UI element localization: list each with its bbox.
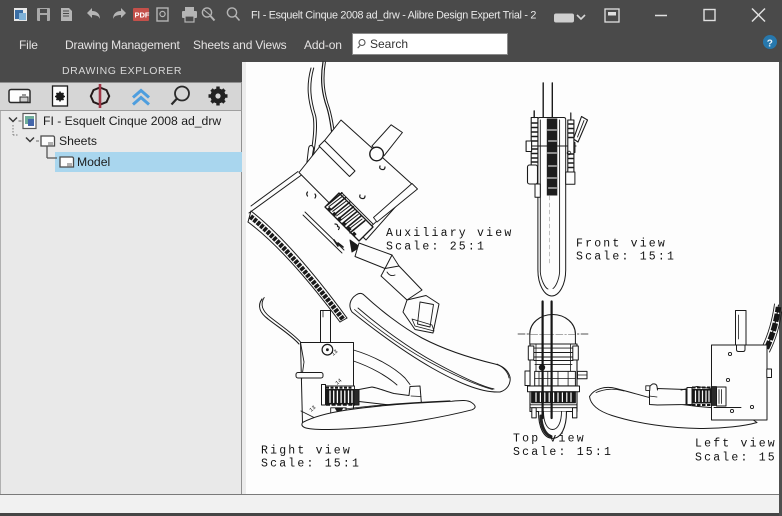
svg-text:Scale: 15:1: Scale: 15:1 <box>576 251 676 264</box>
svg-text:Scale: 15:1: Scale: 15:1 <box>513 446 613 459</box>
svg-text:PDF: PDF <box>135 11 150 20</box>
svg-text:Right view: Right view <box>261 445 352 458</box>
svg-text:?: ? <box>767 39 773 50</box>
svg-text:Scale: 15: Scale: 15 <box>695 452 777 465</box>
svg-text:Scale: 25:1: Scale: 25:1 <box>386 241 486 254</box>
svg-text:Left view: Left view <box>695 438 777 451</box>
svg-text:Auxiliary view: Auxiliary view <box>386 227 513 240</box>
svg-text:Front view: Front view <box>576 238 667 251</box>
svg-text:Top view: Top view <box>513 433 586 446</box>
svg-text:Scale: 15:1: Scale: 15:1 <box>261 458 361 471</box>
svg-text:FI - Esquelt Cinque 2008 ad_dr: FI - Esquelt Cinque 2008 ad_drw - Alibre… <box>251 10 536 22</box>
